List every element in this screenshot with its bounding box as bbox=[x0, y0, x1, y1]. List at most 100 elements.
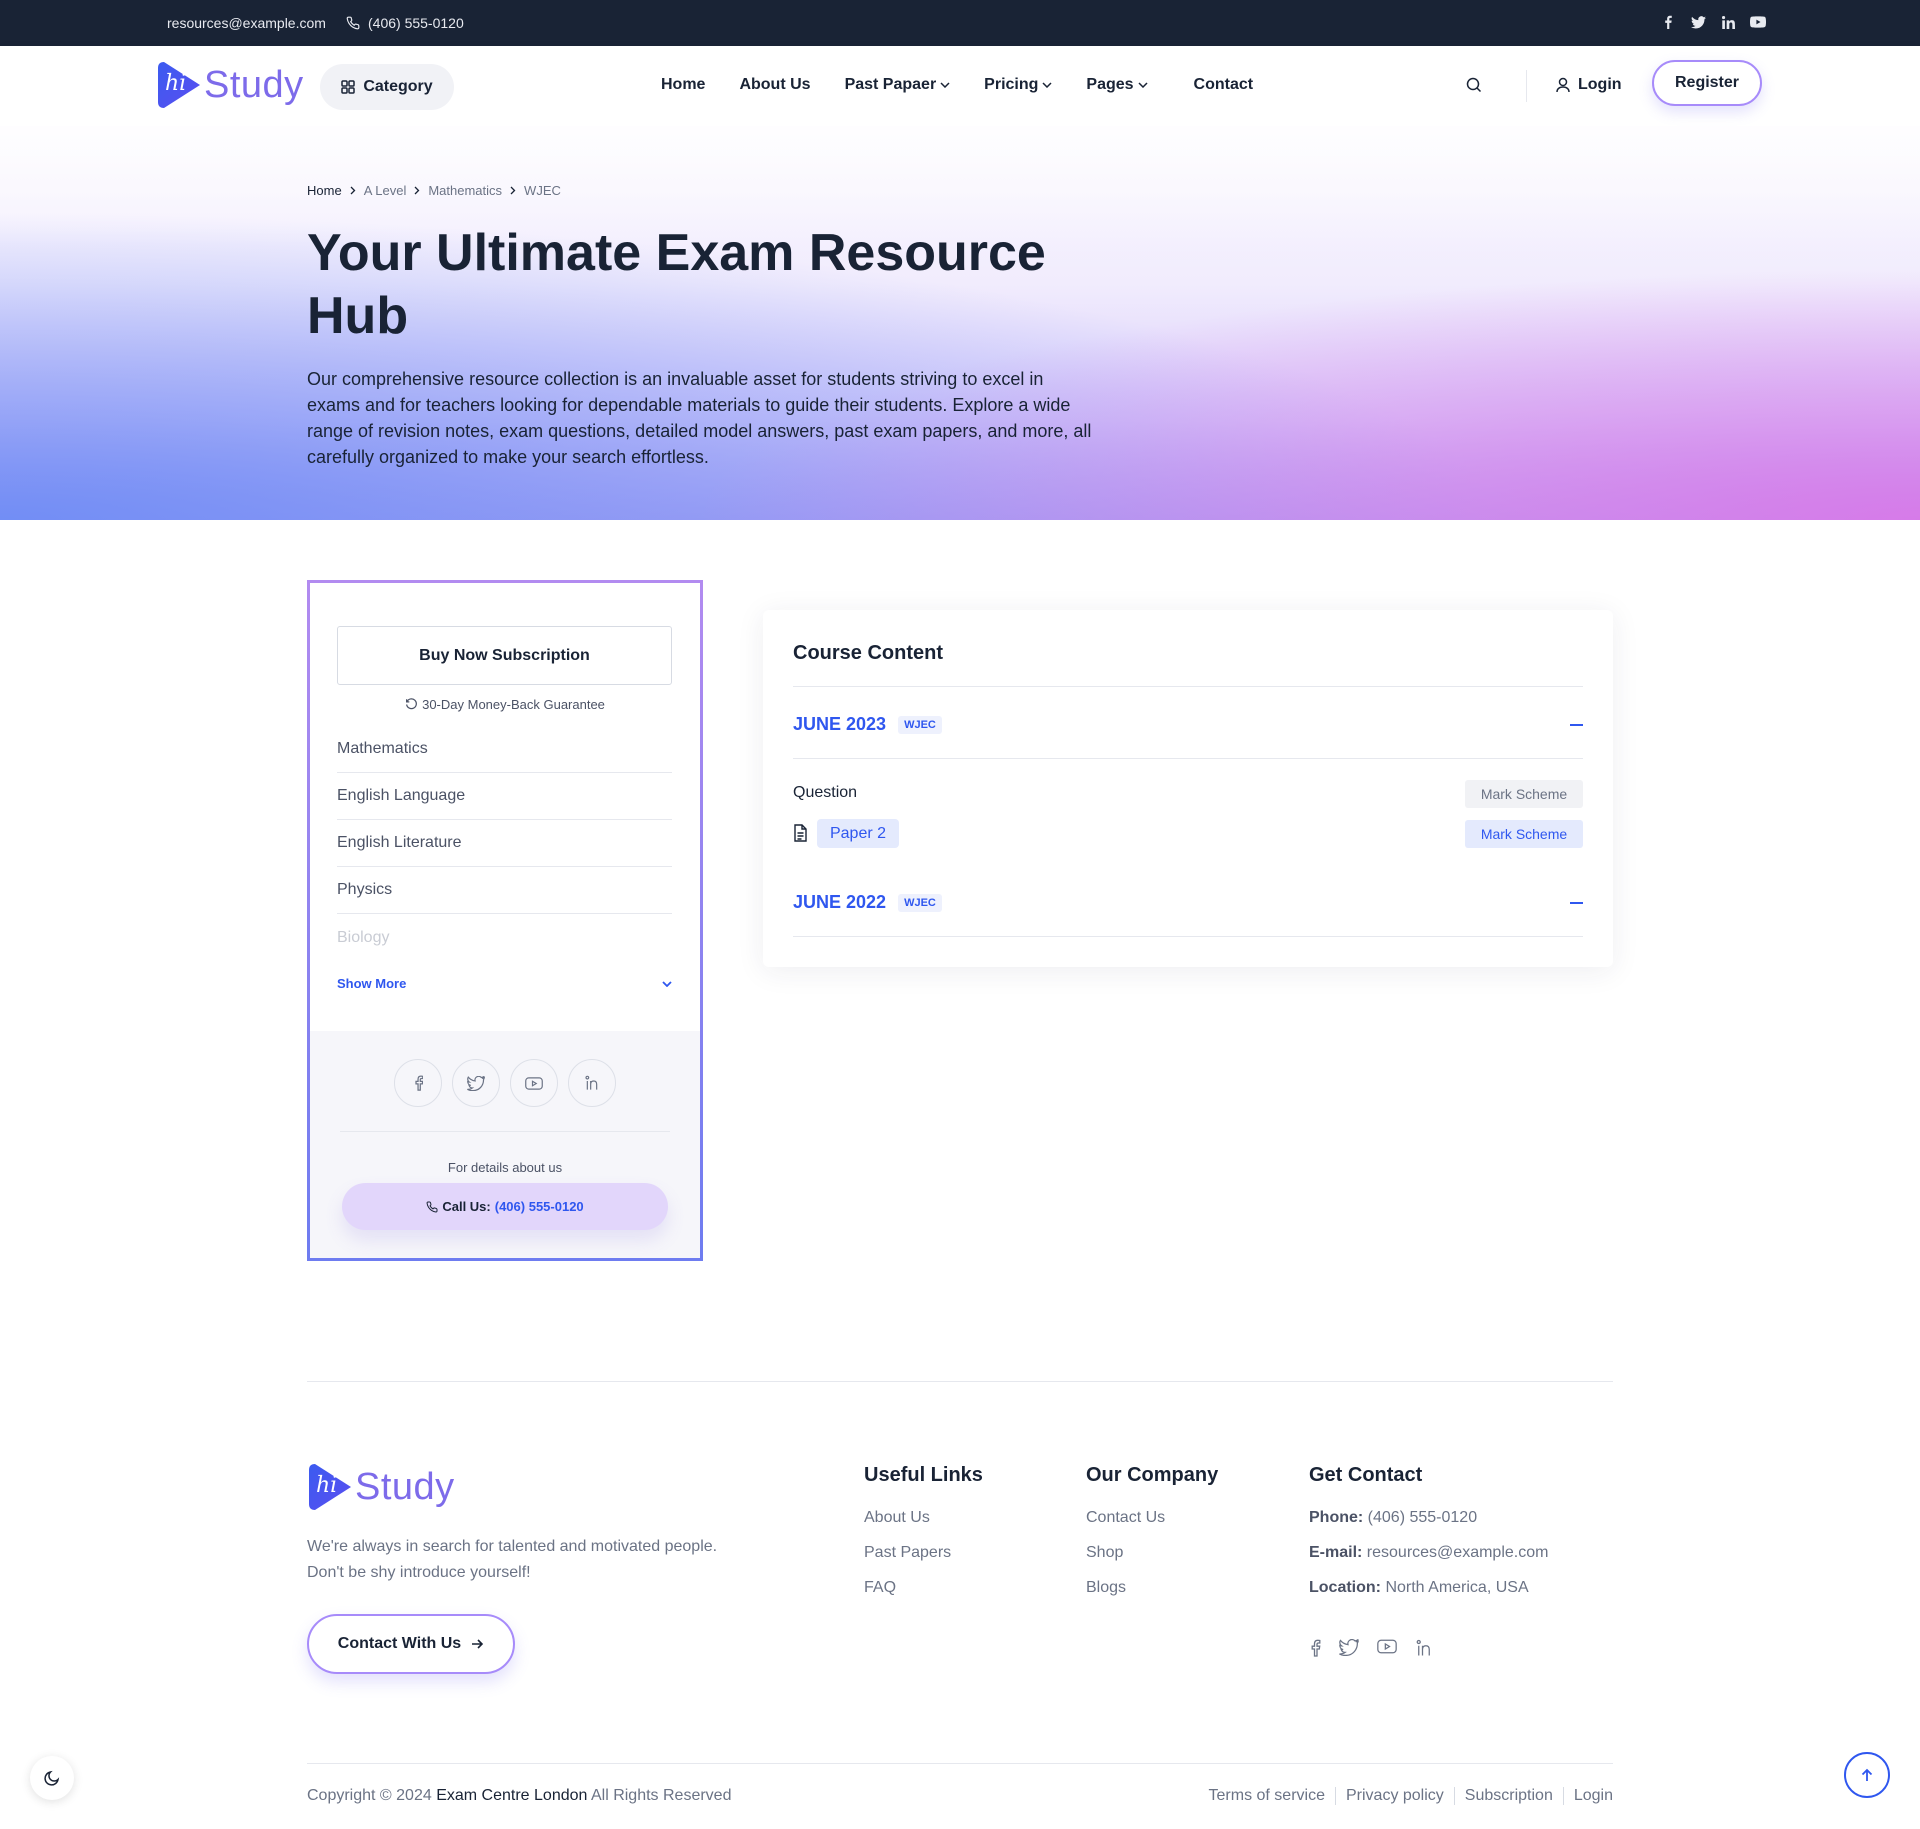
collapse-icon[interactable] bbox=[1570, 901, 1583, 904]
footer-logo[interactable]: hi Study bbox=[307, 1462, 455, 1512]
subject-item-mathematics[interactable]: Mathematics bbox=[337, 726, 672, 773]
topbar-email[interactable]: resources@example.com bbox=[167, 15, 326, 31]
call-us-button[interactable]: Call Us: (406) 555-0120 bbox=[342, 1183, 668, 1230]
footer-location: Location: North America, USA bbox=[1309, 1579, 1548, 1600]
nav-about-label: About Us bbox=[739, 76, 811, 93]
nav-about[interactable]: About Us bbox=[739, 76, 810, 94]
buy-subscription-button[interactable]: Buy Now Subscription bbox=[337, 626, 672, 685]
logo-mark-icon: hi bbox=[156, 60, 202, 110]
divider bbox=[793, 686, 1583, 687]
linkedin-icon[interactable] bbox=[1415, 1639, 1433, 1657]
phone-label: Phone: bbox=[1309, 1509, 1364, 1526]
grid-icon bbox=[341, 80, 356, 94]
nav-past-paper[interactable]: Past Papaer bbox=[845, 76, 951, 94]
subscription-link[interactable]: Subscription bbox=[1453, 1787, 1563, 1805]
footer-link-past-papers[interactable]: Past Papers bbox=[864, 1544, 983, 1565]
guarantee-text: 30-Day Money-Back Guarantee bbox=[422, 697, 605, 712]
linkedin-icon[interactable] bbox=[568, 1059, 616, 1107]
chevron-right-icon bbox=[510, 186, 516, 195]
footer-link-shop[interactable]: Shop bbox=[1086, 1544, 1218, 1565]
youtube-icon[interactable] bbox=[1750, 14, 1766, 30]
subject-item-biology[interactable]: Biology bbox=[337, 914, 672, 961]
twitter-icon[interactable] bbox=[1339, 1639, 1359, 1657]
footer-divider bbox=[307, 1381, 1613, 1382]
location-value: North America, USA bbox=[1385, 1579, 1529, 1596]
breadcrumb-mathematics[interactable]: Mathematics bbox=[428, 183, 502, 198]
show-more-button[interactable]: Show More bbox=[337, 976, 672, 991]
mark-scheme-column-label: Mark Scheme bbox=[1465, 780, 1583, 808]
nav-pages[interactable]: Pages bbox=[1086, 76, 1148, 94]
logo-badge: hi bbox=[316, 1473, 338, 1498]
footer-link-about[interactable]: About Us bbox=[864, 1509, 983, 1530]
copyright-prefix: Copyright © 2024 bbox=[307, 1787, 432, 1804]
footer-link-contact[interactable]: Contact Us bbox=[1086, 1509, 1218, 1530]
call-us-number: (406) 555-0120 bbox=[494, 1199, 584, 1214]
money-back-guarantee: 30-Day Money-Back Guarantee bbox=[310, 697, 700, 712]
mark-scheme-link[interactable]: Mark Scheme bbox=[1465, 820, 1583, 848]
facebook-icon[interactable] bbox=[394, 1059, 442, 1107]
header-divider bbox=[1526, 70, 1527, 102]
twitter-icon[interactable] bbox=[1690, 14, 1706, 30]
breadcrumb-a-level[interactable]: A Level bbox=[364, 183, 407, 198]
terms-link[interactable]: Terms of service bbox=[1199, 1787, 1335, 1805]
chevron-right-icon bbox=[350, 186, 356, 195]
youtube-icon[interactable] bbox=[510, 1059, 558, 1107]
topbar-phone[interactable]: (406) 555-0120 bbox=[346, 15, 464, 31]
nav-contact[interactable]: Contact bbox=[1194, 76, 1254, 94]
phone-icon bbox=[426, 1200, 438, 1213]
youtube-icon[interactable] bbox=[1377, 1639, 1397, 1657]
details-text: For details about us bbox=[447, 1160, 563, 1175]
search-icon[interactable] bbox=[1466, 77, 1482, 93]
show-more-label: Show More bbox=[337, 976, 407, 991]
accordion-june-2022[interactable]: JUNE 2022 WJEC bbox=[793, 892, 1583, 913]
breadcrumb-home[interactable]: Home bbox=[307, 183, 342, 198]
dark-mode-toggle[interactable] bbox=[30, 1756, 74, 1800]
get-contact-title: Get Contact bbox=[1309, 1464, 1423, 1486]
footer-bottom-links: Terms of service Privacy policy Subscrip… bbox=[1199, 1787, 1613, 1805]
contact-button-label: Contact With Us bbox=[337, 1635, 462, 1652]
linkedin-icon[interactable] bbox=[1720, 14, 1736, 30]
our-company-title: Our Company bbox=[1086, 1464, 1219, 1486]
nav-pricing-label: Pricing bbox=[984, 76, 1039, 93]
footer-useful-links: Useful Links About Us Past Papers FAQ bbox=[864, 1464, 983, 1614]
contact-with-us-button[interactable]: Contact With Us bbox=[307, 1614, 515, 1674]
subject-item-english-literature[interactable]: English Literature bbox=[337, 820, 672, 867]
footer-about: We're always in search for talented and … bbox=[307, 1538, 718, 1581]
footer-email[interactable]: E-mail: resources@example.com bbox=[1309, 1544, 1548, 1565]
topbar-phone-text: (406) 555-0120 bbox=[368, 15, 464, 31]
chevron-down-icon bbox=[940, 82, 950, 88]
site-logo[interactable]: hi Study bbox=[156, 60, 304, 110]
footer-get-contact: Get Contact Phone: (406) 555-0120 E-mail… bbox=[1309, 1464, 1548, 1614]
nav-home[interactable]: Home bbox=[661, 76, 705, 94]
footer-link-blogs[interactable]: Blogs bbox=[1086, 1579, 1218, 1600]
paper-2-link[interactable]: Paper 2 bbox=[817, 819, 899, 848]
footer-login-link[interactable]: Login bbox=[1562, 1787, 1613, 1805]
user-icon bbox=[1556, 77, 1570, 93]
course-content-card: Course Content JUNE 2023 WJEC Question M… bbox=[763, 610, 1613, 967]
facebook-icon[interactable] bbox=[1309, 1639, 1321, 1657]
accordion-june-2023[interactable]: JUNE 2023 WJEC bbox=[793, 714, 1583, 735]
sidebar-card: Buy Now Subscription 30-Day Money-Back G… bbox=[307, 580, 703, 1261]
login-link[interactable]: Login bbox=[1556, 76, 1622, 94]
facebook-icon[interactable] bbox=[1660, 14, 1676, 30]
category-button[interactable]: Category bbox=[320, 64, 454, 110]
logo-mark-icon: hi bbox=[307, 1462, 353, 1512]
subject-list: Mathematics English Language English Lit… bbox=[337, 726, 672, 961]
course-content-title: Course Content bbox=[793, 642, 943, 664]
register-button[interactable]: Register bbox=[1652, 60, 1762, 106]
nav-pricing[interactable]: Pricing bbox=[984, 76, 1052, 94]
copyright-suffix: All Rights Reserved bbox=[590, 1787, 732, 1804]
refresh-icon bbox=[405, 698, 418, 711]
subject-item-physics[interactable]: Physics bbox=[337, 867, 672, 914]
scroll-to-top-button[interactable] bbox=[1844, 1752, 1890, 1798]
footer-phone[interactable]: Phone: (406) 555-0120 bbox=[1309, 1509, 1548, 1530]
divider bbox=[793, 758, 1583, 759]
useful-links-title: Useful Links bbox=[864, 1464, 983, 1486]
footer-link-faq[interactable]: FAQ bbox=[864, 1579, 983, 1600]
collapse-icon[interactable] bbox=[1570, 723, 1583, 726]
privacy-link[interactable]: Privacy policy bbox=[1334, 1787, 1454, 1805]
twitter-icon[interactable] bbox=[452, 1059, 500, 1107]
sidebar-contact-panel: For details about us Call Us: (406) 555-… bbox=[310, 1031, 700, 1258]
copyright-org[interactable]: Exam Centre London bbox=[436, 1787, 587, 1804]
subject-item-english-language[interactable]: English Language bbox=[337, 773, 672, 820]
